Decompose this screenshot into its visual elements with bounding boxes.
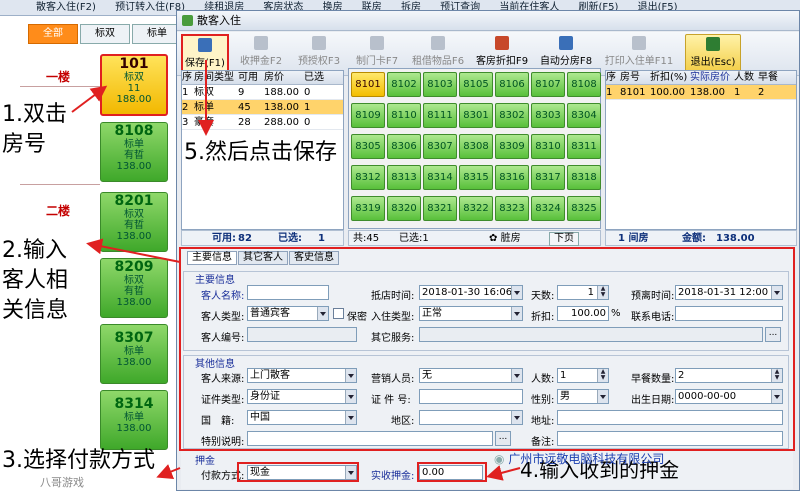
annotation-step3: 3.选择付款方式 (2, 448, 155, 473)
annotation-step1: 1.双击房号 (2, 100, 67, 160)
annotation-line: 1.双击 (2, 102, 67, 127)
arrow-step2 (86, 238, 181, 263)
arrow-step3 (156, 464, 181, 479)
annotation-step2: 2.输入客人相关信息 (2, 236, 68, 326)
annotation-line: 2.输入 (2, 238, 67, 263)
annotation-line: 关信息 (2, 298, 69, 323)
annotation-line: 客人相 (2, 268, 69, 293)
wechat-icon: ◉ (494, 452, 505, 466)
annotation-step5: 5.然后点击保存 (184, 140, 337, 165)
arrow-step1 (71, 85, 108, 113)
screenshot-root: 散客入住(F2) 预订转入住(F8) 续租退房 客房状态 换房 联房 拆房 预订… (0, 0, 800, 491)
company-watermark: ◉ 广州市远敬电脑科技有限公司 (494, 450, 664, 467)
corner-watermark: 八哥游戏 (40, 476, 84, 489)
watermark-text: 广州市远敬电脑科技有限公司 (508, 452, 665, 466)
arrow-step4 (486, 465, 521, 481)
annotation-line: 房号 (2, 132, 47, 157)
annotation-arrows (71, 60, 521, 481)
